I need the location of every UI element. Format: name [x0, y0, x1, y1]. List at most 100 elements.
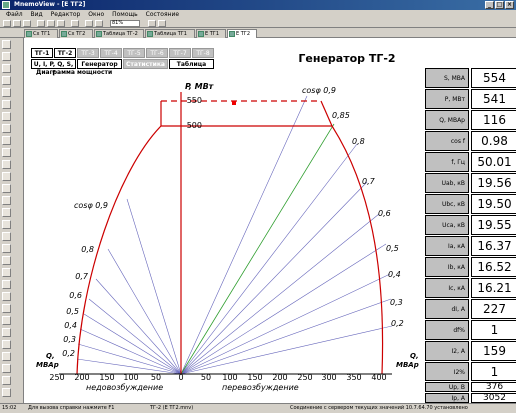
tool-18-icon[interactable] [2, 244, 11, 253]
measure-label: Ib, кА [425, 257, 469, 277]
doc-tab-2[interactable]: Сх ТГ2 [59, 29, 93, 38]
q-tick: 200 [272, 373, 287, 382]
doc-tab-3[interactable]: Таблица ТГ-2 [94, 29, 144, 38]
q-tick: 100 [222, 373, 237, 382]
tool-11-icon[interactable] [2, 160, 11, 169]
save-icon[interactable] [23, 20, 31, 27]
subtab-table[interactable]: Таблица [169, 59, 214, 69]
tool-7-icon[interactable] [2, 112, 11, 121]
measure-value: 3052 [471, 393, 516, 403]
measure-value: 0.98 [471, 131, 516, 151]
zoom-select[interactable]: 81% [110, 20, 140, 27]
subtab-statistics[interactable]: Статистика [123, 59, 168, 69]
tool-25-icon[interactable] [2, 328, 11, 337]
measure-value: 19.56 [471, 173, 516, 193]
tool-6-icon[interactable] [2, 100, 11, 109]
refresh-icon[interactable] [148, 20, 156, 27]
menu-help[interactable]: Помощь [112, 11, 138, 18]
gen-tab-6[interactable]: ТГ-6 [146, 48, 168, 58]
pointer-tool-icon[interactable] [2, 40, 11, 49]
tool-14-icon[interactable] [2, 196, 11, 205]
zoom-out-icon[interactable] [95, 20, 103, 27]
tool-10-icon[interactable] [2, 148, 11, 157]
table-icon [147, 31, 153, 37]
pf-label: 0,8 [352, 137, 365, 146]
tool-23-icon[interactable] [2, 304, 11, 313]
print-icon[interactable] [71, 20, 79, 27]
menu-file[interactable]: Файл [6, 11, 23, 18]
tool-22-icon[interactable] [2, 292, 11, 301]
new-icon[interactable] [3, 20, 11, 27]
zoom-in-icon[interactable] [85, 20, 93, 27]
pf-label: 0,6 [69, 291, 82, 300]
measure-label: dI, А [425, 299, 469, 319]
subtab-generator[interactable]: Генератор [77, 59, 122, 69]
subtab-uipqsf[interactable]: U, I, P, Q, S, f [31, 59, 76, 77]
maximize-button[interactable]: □ [495, 1, 504, 9]
menu-bar: Файл Вид Редактор Окно Помощь Состояние [0, 10, 516, 19]
measure-value: 116 [471, 110, 516, 130]
open-icon[interactable] [13, 20, 21, 27]
copy-icon[interactable] [47, 20, 55, 27]
p-axis-label: P, МВт [185, 82, 215, 91]
clock: 15:02 [2, 405, 17, 411]
pf-label: 0,5 [66, 307, 79, 316]
menu-view[interactable]: Вид [31, 11, 43, 18]
tool-20-icon[interactable] [2, 268, 11, 277]
tool-5-icon[interactable] [2, 88, 11, 97]
paste-icon[interactable] [57, 20, 65, 27]
tool-19-icon[interactable] [2, 256, 11, 265]
diagram-icon [61, 31, 67, 37]
tool-24-icon[interactable] [2, 316, 11, 325]
tool-4-icon[interactable] [2, 76, 11, 85]
gen-tab-5[interactable]: ТГ-5 [123, 48, 145, 58]
gen-tab-1[interactable]: ТГ-1 [31, 48, 53, 58]
current-pf-ray [180, 123, 335, 375]
measure-label: f, Гц [425, 152, 469, 172]
measure-label: Ic, кА [425, 278, 469, 298]
tool-8-icon[interactable] [2, 124, 11, 133]
gen-tab-4[interactable]: ТГ-4 [100, 48, 122, 58]
tool-27-icon[interactable] [2, 352, 11, 361]
cut-icon[interactable] [37, 20, 45, 27]
tool-29-icon[interactable] [2, 376, 11, 385]
menu-state[interactable]: Состояние [146, 11, 179, 18]
menu-editor[interactable]: Редактор [51, 11, 81, 18]
q-tick: 300 [321, 373, 336, 382]
help-icon[interactable] [158, 20, 166, 27]
tool-15-icon[interactable] [2, 208, 11, 217]
q-axis-unit-left: МВАр [36, 361, 59, 369]
close-button[interactable]: × [505, 1, 514, 9]
tool-28-icon[interactable] [2, 364, 11, 373]
doc-tab-5[interactable]: Е ТГ1 [196, 29, 226, 38]
tool-26-icon[interactable] [2, 340, 11, 349]
tool-16-icon[interactable] [2, 220, 11, 229]
menu-window[interactable]: Окно [88, 11, 104, 18]
over-excitation-label: перевозбуждение [222, 383, 299, 392]
gen-tab-3[interactable]: ТГ-3 [77, 48, 99, 58]
gen-tab-7[interactable]: ТГ-7 [169, 48, 191, 58]
doc-tab-4[interactable]: Таблица ТГ1 [145, 29, 195, 38]
tool-17-icon[interactable] [2, 232, 11, 241]
doc-tab-1[interactable]: Сх ТГ1 [24, 29, 58, 38]
tool-12-icon[interactable] [2, 172, 11, 181]
status-hint: Для вызова справки нажмите F1 [28, 405, 115, 411]
tool-13-icon[interactable] [2, 184, 11, 193]
left-pf-rays [76, 198, 182, 375]
p-tick: 500 [187, 121, 202, 130]
tool-30-icon[interactable] [2, 388, 11, 397]
pf-label: 0,8 [81, 245, 94, 254]
q-tick: 400 [371, 373, 386, 382]
power-diagram: 550 500 250 200 150 100 50 0 50 100 150 … [36, 82, 419, 392]
tool-3-icon[interactable] [2, 64, 11, 73]
gen-tab-8[interactable]: ТГ-8 [192, 48, 214, 58]
doc-tab-6[interactable]: Е ТГ2 [227, 29, 257, 38]
gen-tab-2[interactable]: ТГ-2 [54, 48, 76, 58]
tool-2-icon[interactable] [2, 52, 11, 61]
tool-9-icon[interactable] [2, 136, 11, 145]
pf-label: 0,3 [63, 335, 76, 344]
pf-label: 0,7 [75, 272, 89, 281]
minimize-button[interactable]: _ [485, 1, 494, 9]
measure-value: 227 [471, 299, 516, 319]
tool-21-icon[interactable] [2, 280, 11, 289]
